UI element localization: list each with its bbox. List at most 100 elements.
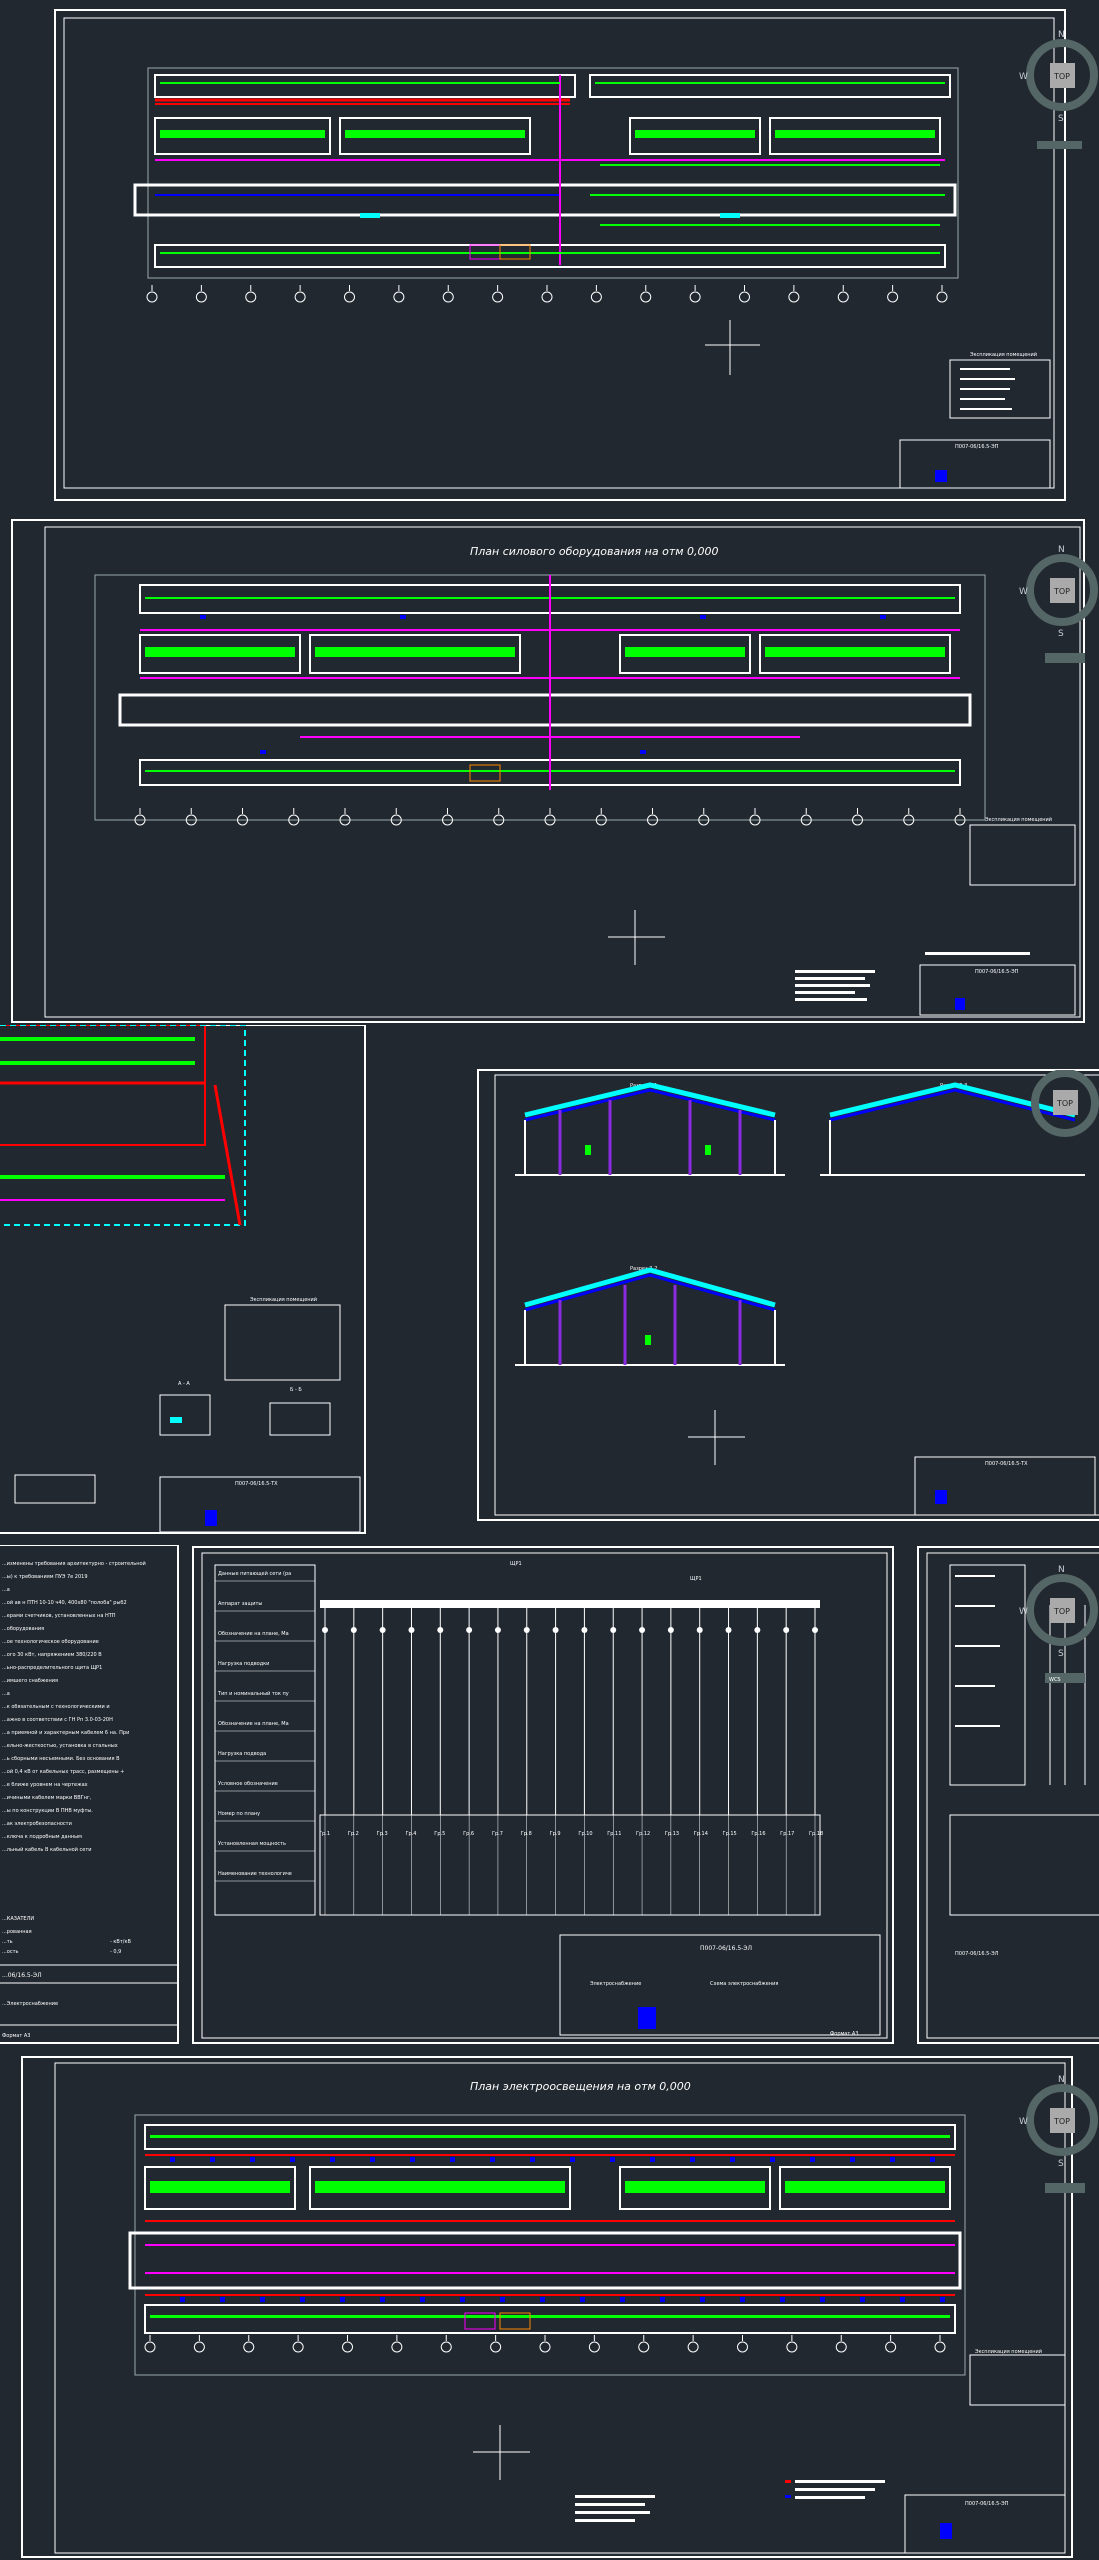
compass-north[interactable]: N bbox=[1058, 1565, 1065, 1575]
lamp-mark bbox=[770, 2157, 775, 2162]
scheme-name: Схема электроснабжения bbox=[710, 1981, 778, 1987]
lamp-mark bbox=[650, 2157, 655, 2162]
note-line: ...льный кабель В кабельной сети bbox=[2, 1846, 92, 1853]
group-label: Гр.1 bbox=[319, 1831, 330, 1837]
axis-bubble bbox=[344, 291, 355, 303]
note-line: ...ого 30 кВт, напряжением 380/220 В bbox=[2, 1652, 102, 1658]
group-label: Гр.5 bbox=[434, 1831, 445, 1837]
breaker-symbol bbox=[725, 1627, 732, 1633]
lamp-mark bbox=[170, 2157, 175, 2162]
axis-bubble bbox=[243, 2341, 255, 2353]
lamp-mark bbox=[740, 2297, 745, 2302]
lamp-mark bbox=[250, 2157, 255, 2162]
lamp-mark bbox=[700, 2297, 705, 2302]
breaker-symbol bbox=[494, 1627, 501, 1633]
legend-title: Экспликация помещений bbox=[970, 351, 1037, 358]
axis-bubble bbox=[539, 2341, 551, 2353]
lamp-mark bbox=[410, 2157, 415, 2162]
axis-bubble bbox=[292, 2341, 304, 2353]
group-label: Гр.11 bbox=[607, 1831, 621, 1837]
sheet-stamp: ...06/16.5-ЭЛ bbox=[2, 1972, 42, 1979]
breaker-symbol bbox=[812, 1627, 818, 1633]
breaker-symbol bbox=[408, 1627, 415, 1633]
breaker-symbol bbox=[552, 1627, 559, 1633]
axis-bubble bbox=[245, 291, 257, 303]
compass-west[interactable]: W bbox=[1019, 587, 1028, 597]
compass-west[interactable]: W bbox=[1019, 2117, 1028, 2127]
lamp-mark bbox=[180, 2297, 185, 2302]
lamp-mark bbox=[300, 2297, 305, 2302]
lamp-mark bbox=[580, 2297, 585, 2302]
note-line: ...ь сборными несъемными. Без основания … bbox=[2, 1756, 120, 1762]
viewcube-3[interactable]: TOP bbox=[1025, 1070, 1099, 1180]
lamp-mark bbox=[460, 2297, 465, 2302]
wcs-label: WCS bbox=[1049, 1677, 1061, 1683]
drawing-sheet-3[interactable]: Экспликация помещений А - А Б - Б П007-0… bbox=[0, 1025, 370, 1535]
compass-north[interactable]: N bbox=[1058, 30, 1065, 40]
viewcube-2[interactable]: TOP N W S bbox=[1015, 540, 1099, 670]
indicator-label: ...рованная bbox=[2, 1929, 32, 1935]
wcs-menu-button[interactable] bbox=[1037, 141, 1082, 149]
group-label: Гр.12 bbox=[636, 1831, 650, 1837]
compass-west[interactable]: W bbox=[1019, 1607, 1028, 1617]
lamp-mark bbox=[820, 2297, 825, 2302]
compass-west[interactable]: W bbox=[1019, 72, 1028, 82]
axis-bubble bbox=[590, 291, 602, 303]
wcs-menu-button[interactable] bbox=[1045, 2183, 1085, 2193]
sheet-format: Формат А3 bbox=[830, 2031, 858, 2037]
viewcube-1[interactable]: TOP N W S bbox=[1015, 25, 1099, 155]
lamp-mark bbox=[340, 2297, 345, 2302]
drawing-sheet-2[interactable]: План силового оборудования на отм 0,000 … bbox=[0, 515, 1099, 1025]
note-line: ...ажно в соответствии с ГН Рп 3.0-03-20… bbox=[2, 1717, 113, 1723]
group-label: Гр.7 bbox=[492, 1831, 503, 1837]
viewcube-5[interactable]: TOP N W S bbox=[1015, 2070, 1099, 2200]
compass-north[interactable]: N bbox=[1058, 2075, 1065, 2085]
breaker-symbol bbox=[639, 1627, 646, 1633]
compass-north[interactable]: N bbox=[1058, 545, 1065, 555]
axis-bubble bbox=[195, 291, 207, 303]
compass-south[interactable]: S bbox=[1058, 114, 1064, 124]
axis-bubble bbox=[837, 291, 849, 303]
axis-bubble bbox=[442, 291, 454, 303]
viewcube-top-label: TOP bbox=[1056, 1099, 1073, 1108]
wcs-menu-button[interactable] bbox=[1045, 653, 1085, 663]
drawing-sheet-8[interactable]: План электроосвещения на отм 0,000 Экспл… bbox=[0, 2055, 1099, 2560]
lamp-mark bbox=[850, 2157, 855, 2162]
sheet-stamp: П007-06/16.5-ТХ bbox=[985, 1461, 1028, 1467]
axis-bubble bbox=[490, 2341, 502, 2353]
axis-bubble bbox=[788, 291, 800, 303]
compass-south[interactable]: S bbox=[1058, 2159, 1064, 2169]
note-line: ...изменены требования архитектурно - ст… bbox=[2, 1560, 146, 1567]
viewcube-top-label: TOP bbox=[1053, 587, 1070, 596]
group-label: Гр.18 bbox=[809, 1831, 823, 1837]
note-line: ...е ближе уровнем на чертежах bbox=[2, 1782, 88, 1788]
drawing-sheet-1[interactable]: Экспликация помещений П007-06/16.5-ЭП bbox=[0, 0, 1099, 510]
breaker-symbol bbox=[379, 1627, 386, 1633]
lamp-mark bbox=[620, 2297, 625, 2302]
drawing-sheet-5-notes[interactable]: ...изменены требования архитектурно - ст… bbox=[0, 1545, 185, 2045]
compass-south[interactable]: S bbox=[1058, 1649, 1064, 1659]
viewcube-4[interactable]: TOP N W S WCS bbox=[1015, 1560, 1099, 1690]
note-line: ...имшего снабжения bbox=[2, 1678, 58, 1684]
lamp-mark bbox=[420, 2297, 425, 2302]
group-label: Гр.14 bbox=[694, 1831, 708, 1837]
note-line: ...ы) к требованиям ПУЭ 7е 2019 bbox=[2, 1574, 88, 1580]
drawing-sheet-4[interactable]: Разрез 1-1 Разрез 3-3 Разрез 2-2 П007-06… bbox=[475, 1065, 1099, 1525]
axis-bubble bbox=[144, 2341, 156, 2353]
axis-bubble bbox=[391, 2341, 403, 2353]
note-line: ...к обязательным с технологическими и bbox=[2, 1704, 110, 1710]
lamp-mark bbox=[220, 2297, 225, 2302]
axis-bubble bbox=[936, 291, 948, 303]
lamp-mark bbox=[380, 2297, 385, 2302]
viewcube-top-label: TOP bbox=[1053, 72, 1070, 81]
compass-south[interactable]: S bbox=[1058, 629, 1064, 639]
axis-bubble bbox=[835, 2341, 847, 2353]
lamp-mark bbox=[930, 2157, 935, 2162]
drawing-sheet-6-scheme[interactable]: ЩР1 ЩР1 Данные питающей сети (ра Аппарат … bbox=[190, 1545, 895, 2045]
axis-bubble bbox=[440, 2341, 452, 2353]
scheme-row-label: Наименование технологиче bbox=[218, 1871, 292, 1877]
note-line: ...оборудования bbox=[2, 1626, 44, 1632]
group-label: Гр.4 bbox=[405, 1831, 416, 1837]
lamp-mark bbox=[260, 2297, 265, 2302]
group-label: Гр.15 bbox=[723, 1831, 737, 1837]
